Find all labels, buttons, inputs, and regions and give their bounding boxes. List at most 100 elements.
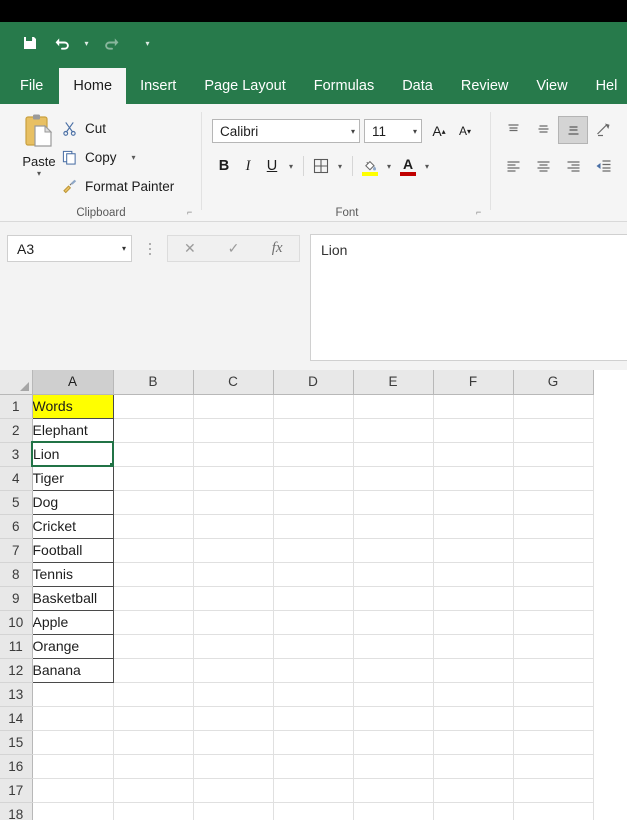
- font-color-button[interactable]: A: [396, 153, 420, 179]
- cell-g13[interactable]: [513, 682, 594, 707]
- cell-a3[interactable]: Lion: [31, 441, 114, 467]
- column-header-c[interactable]: C: [193, 370, 274, 395]
- cell-e5[interactable]: [353, 490, 434, 515]
- cell-b16[interactable]: [113, 754, 194, 779]
- row-header[interactable]: 1: [0, 394, 33, 419]
- column-header-f[interactable]: F: [433, 370, 514, 395]
- cell-e9[interactable]: [353, 586, 434, 611]
- cell-c13[interactable]: [193, 682, 274, 707]
- cell-c8[interactable]: [193, 562, 274, 587]
- cell-f2[interactable]: [433, 418, 514, 443]
- customize-qat-icon[interactable]: ▾: [141, 29, 154, 57]
- cell-d11[interactable]: [273, 634, 354, 659]
- cell-f1[interactable]: [433, 394, 514, 419]
- cell-c11[interactable]: [193, 634, 274, 659]
- cell-a8[interactable]: Tennis: [31, 561, 114, 587]
- cell-f5[interactable]: [433, 490, 514, 515]
- cell-b7[interactable]: [113, 538, 194, 563]
- cell-f12[interactable]: [433, 658, 514, 683]
- cell-e7[interactable]: [353, 538, 434, 563]
- cell-g6[interactable]: [513, 514, 594, 539]
- select-all-button[interactable]: [0, 370, 33, 395]
- cell-a5[interactable]: Dog: [31, 489, 114, 515]
- align-right-icon[interactable]: [558, 152, 588, 180]
- row-header[interactable]: 18: [0, 802, 33, 820]
- copy-button[interactable]: Copy ▾: [60, 145, 136, 169]
- font-size-dropdown-icon[interactable]: ▾: [413, 127, 417, 136]
- format-painter-button[interactable]: Format Painter: [60, 174, 174, 198]
- cell-g18[interactable]: [513, 802, 594, 820]
- formula-bar-grip[interactable]: [146, 238, 154, 260]
- cell-f3[interactable]: [433, 442, 514, 467]
- cell-d14[interactable]: [273, 706, 354, 731]
- row-header[interactable]: 12: [0, 658, 33, 683]
- decrease-font-size-button[interactable]: A ▾: [453, 119, 477, 143]
- cell-c2[interactable]: [193, 418, 274, 443]
- redo-icon[interactable]: [97, 29, 125, 57]
- cell-d3[interactable]: [273, 442, 354, 467]
- cell-f13[interactable]: [433, 682, 514, 707]
- cell-b15[interactable]: [113, 730, 194, 755]
- cell-f15[interactable]: [433, 730, 514, 755]
- cell-d17[interactable]: [273, 778, 354, 803]
- cell-g9[interactable]: [513, 586, 594, 611]
- cell-d2[interactable]: [273, 418, 354, 443]
- copy-dropdown-icon[interactable]: ▾: [132, 153, 136, 162]
- cell-e14[interactable]: [353, 706, 434, 731]
- cell-d10[interactable]: [273, 610, 354, 635]
- cell-b9[interactable]: [113, 586, 194, 611]
- cell-a10[interactable]: Apple: [31, 609, 114, 635]
- cell-g5[interactable]: [513, 490, 594, 515]
- cell-d16[interactable]: [273, 754, 354, 779]
- underline-button[interactable]: U: [260, 153, 284, 179]
- cell-c7[interactable]: [193, 538, 274, 563]
- decrease-indent-icon[interactable]: [588, 152, 618, 180]
- cell-g1[interactable]: [513, 394, 594, 419]
- cell-g17[interactable]: [513, 778, 594, 803]
- cell-e17[interactable]: [353, 778, 434, 803]
- cell-e12[interactable]: [353, 658, 434, 683]
- cell-b10[interactable]: [113, 610, 194, 635]
- cell-e11[interactable]: [353, 634, 434, 659]
- row-header[interactable]: 5: [0, 490, 33, 515]
- tab-view[interactable]: View: [522, 68, 581, 104]
- cell-c4[interactable]: [193, 466, 274, 491]
- font-color-dropdown-icon[interactable]: ▾: [420, 153, 434, 179]
- cell-g14[interactable]: [513, 706, 594, 731]
- cell-f14[interactable]: [433, 706, 514, 731]
- row-header[interactable]: 13: [0, 682, 33, 707]
- cell-d13[interactable]: [273, 682, 354, 707]
- borders-dropdown-icon[interactable]: ▾: [333, 153, 347, 179]
- row-header[interactable]: 17: [0, 778, 33, 803]
- underline-dropdown-icon[interactable]: ▾: [284, 153, 298, 179]
- cell-b13[interactable]: [113, 682, 194, 707]
- cell-g16[interactable]: [513, 754, 594, 779]
- cell-a4[interactable]: Tiger: [31, 465, 114, 491]
- increase-font-size-button[interactable]: A ▴: [427, 119, 451, 143]
- row-header[interactable]: 11: [0, 634, 33, 659]
- cell-d5[interactable]: [273, 490, 354, 515]
- cell-g4[interactable]: [513, 466, 594, 491]
- cell-f7[interactable]: [433, 538, 514, 563]
- cell-e15[interactable]: [353, 730, 434, 755]
- row-header[interactable]: 7: [0, 538, 33, 563]
- cell-c10[interactable]: [193, 610, 274, 635]
- row-header[interactable]: 6: [0, 514, 33, 539]
- confirm-formula-button[interactable]: ✓: [212, 240, 256, 257]
- row-header[interactable]: 4: [0, 466, 33, 491]
- cell-a11[interactable]: Orange: [31, 633, 114, 659]
- cell-d18[interactable]: [273, 802, 354, 820]
- cell-a6[interactable]: Cricket: [31, 513, 114, 539]
- tab-file[interactable]: File: [0, 68, 59, 104]
- italic-button[interactable]: I: [236, 153, 260, 179]
- row-header[interactable]: 3: [0, 442, 33, 467]
- row-header[interactable]: 10: [0, 610, 33, 635]
- row-header[interactable]: 14: [0, 706, 33, 731]
- clipboard-dialog-launcher-icon[interactable]: ⌐: [187, 207, 198, 218]
- cell-f9[interactable]: [433, 586, 514, 611]
- cell-a15[interactable]: [32, 730, 114, 755]
- cell-e6[interactable]: [353, 514, 434, 539]
- cell-g2[interactable]: [513, 418, 594, 443]
- cell-b18[interactable]: [113, 802, 194, 820]
- paste-dropdown-icon[interactable]: ▾: [37, 170, 41, 178]
